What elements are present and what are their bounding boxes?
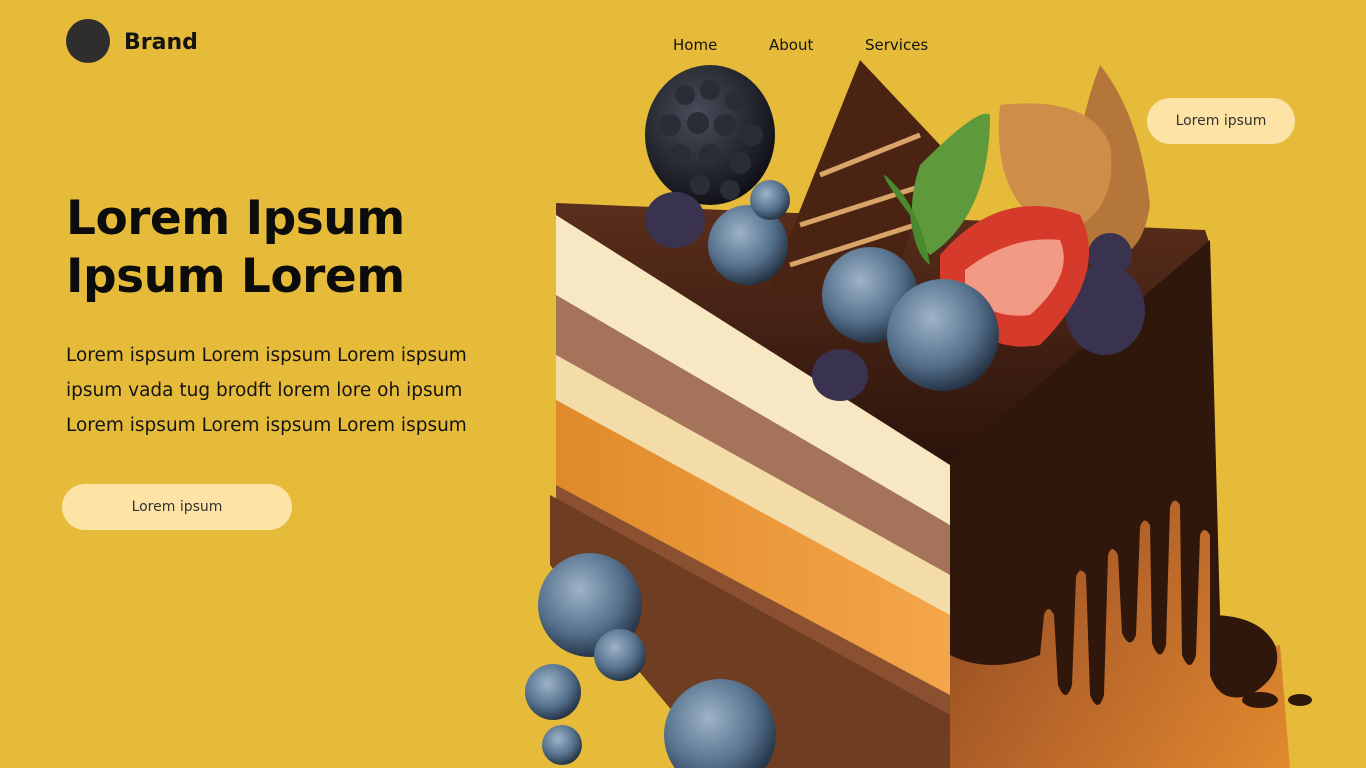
hero-description: Lorem ispsum Lorem ispsum Lorem ispsum i… — [66, 338, 506, 443]
blackberry — [645, 65, 775, 205]
nav-home-link[interactable]: Home — [673, 36, 717, 54]
hero-description-line: ipsum vada tug brodft lorem lore oh ipsu… — [66, 380, 463, 401]
hero-title: Lorem Ipsum Ipsum Lorem — [66, 191, 405, 304]
logo-circle[interactable] — [66, 19, 110, 63]
hero-description-line: Lorem ispsum Lorem ispsum Lorem ispsum — [66, 345, 467, 366]
hero-description-line: Lorem ispsum Lorem ispsum Lorem ispsum — [66, 415, 467, 436]
blueberry — [887, 279, 999, 391]
nav-services-link[interactable]: Services — [865, 36, 928, 54]
nav-about-link[interactable]: About — [769, 36, 813, 54]
brand-name[interactable]: Brand — [124, 30, 198, 55]
cake-slice-image — [520, 55, 1366, 768]
hero-cta-button[interactable]: Lorem ipsum — [62, 484, 292, 530]
